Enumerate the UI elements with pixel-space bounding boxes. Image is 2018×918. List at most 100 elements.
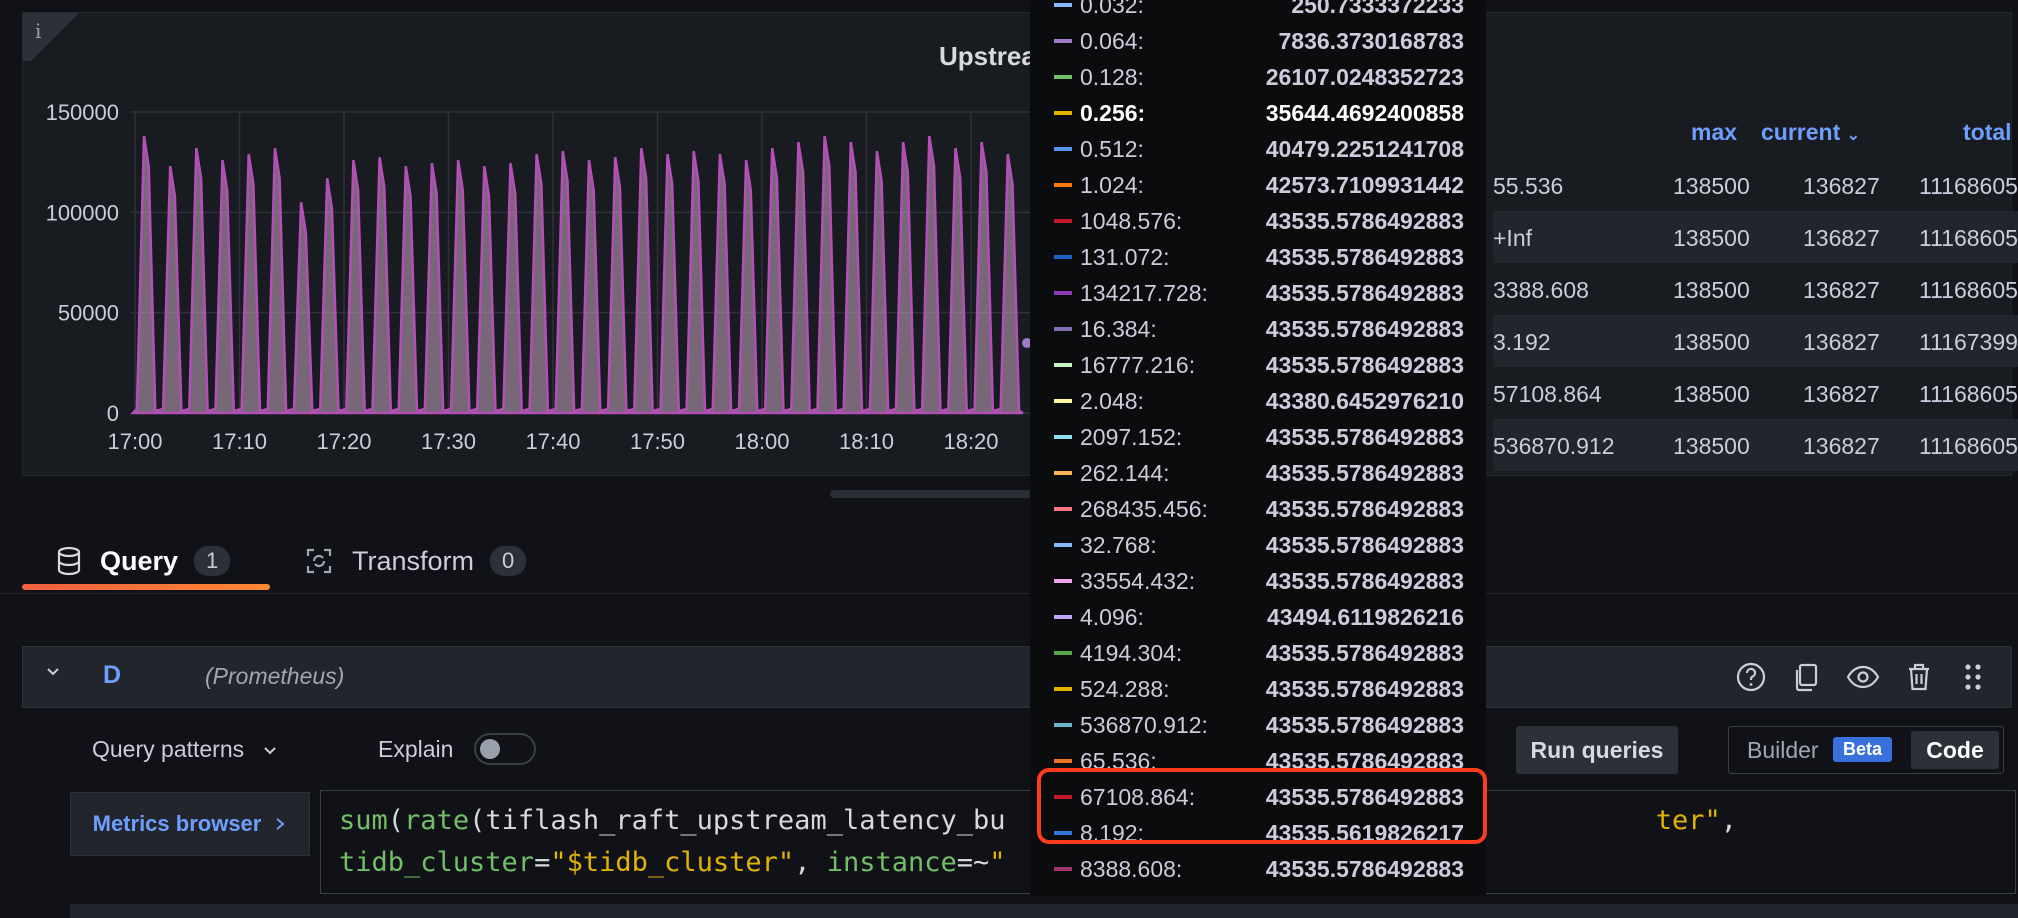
legend-col-total[interactable]: total: [1963, 119, 2012, 146]
x-tick-label: 17:00: [107, 429, 162, 454]
metrics-browser-button[interactable]: Metrics browser: [70, 792, 310, 856]
tooltip-series-value: 43494.6119826216: [1267, 604, 1464, 630]
tab-query-label: Query: [100, 545, 179, 576]
tooltip-series-label: 134217.728:: [1080, 280, 1208, 306]
x-tick-label: 18:10: [839, 429, 894, 454]
tooltip-series-value: 43535.5786492883: [1265, 856, 1464, 882]
series-color-swatch: [1054, 147, 1072, 151]
series-color-swatch: [1054, 399, 1072, 403]
legend-col-max[interactable]: max: [1691, 119, 1737, 146]
legend-row[interactable]: +Inf 138500 136827 11168605: [1493, 211, 2018, 263]
tooltip-row: 4194.304: 43535.5786492883: [1030, 636, 1486, 672]
legend-cell-total: 11168605: [1919, 433, 2018, 459]
series-color-swatch: [1054, 543, 1072, 547]
time-series-chart[interactable]: 150000 100000 50000 0 17:00 17:10 17:20 17:30 17…: [23, 13, 1073, 477]
legend-row[interactable]: 55.536 138500 136827 11168605: [1493, 159, 2018, 211]
legend-cell-current: 136827: [1803, 277, 1880, 303]
tooltip-row: 2.048: 43380.6452976210: [1030, 384, 1486, 420]
query-patterns-label: Query patterns: [92, 736, 245, 762]
tooltip-series-value: 43535.5786492883: [1265, 280, 1464, 306]
x-tick-label: 17:10: [212, 429, 267, 454]
tooltip-series-label: 524.288:: [1080, 676, 1170, 702]
explain-toggle[interactable]: [474, 733, 536, 765]
query-ref-id[interactable]: D: [103, 661, 121, 690]
duplicate-icon[interactable]: [1789, 659, 1825, 695]
tooltip-row: 2097.152: 43535.5786492883: [1030, 420, 1486, 456]
legend-cell-total: 11168605: [1919, 173, 2018, 199]
beta-badge: Beta: [1833, 737, 1893, 762]
tooltip-series-value: 43535.5786492883: [1265, 676, 1464, 702]
legend-cell-current: 136827: [1803, 329, 1880, 355]
tooltip-series-value: 40479.2251241708: [1265, 136, 1464, 162]
legend-cell-current: 136827: [1803, 225, 1880, 251]
help-icon[interactable]: [1733, 659, 1769, 695]
tooltip-series-label: 131.072:: [1080, 244, 1170, 270]
series-color-swatch: [1054, 255, 1072, 259]
builder-mode-option[interactable]: Builder: [1747, 737, 1819, 764]
series-color-swatch: [1054, 39, 1072, 43]
tooltip-series-value: 43535.5786492883: [1265, 352, 1464, 378]
series-color-swatch: [1054, 363, 1072, 367]
tooltip-row: 33554.432: 43535.5786492883: [1030, 564, 1486, 600]
tooltip-row: 536870.912: 43535.5786492883: [1030, 708, 1486, 744]
legend-col-current[interactable]: current ⌄: [1761, 119, 1860, 146]
drag-handle-icon[interactable]: [1955, 659, 1991, 695]
series-color-swatch: [1054, 615, 1072, 619]
transform-icon: [306, 548, 332, 574]
tabs-divider: [0, 593, 2018, 594]
x-tick-label: 18:20: [943, 429, 998, 454]
tooltip-series-value: 43535.5786492883: [1265, 496, 1464, 522]
legend-row[interactable]: 57108.864 138500 136827 11168605: [1493, 367, 2018, 419]
tooltip-row: 16777.216: 43535.5786492883: [1030, 348, 1486, 384]
tooltip-series-label: 33554.432:: [1080, 568, 1196, 594]
tooltip-series-value: 43535.5786492883: [1265, 460, 1464, 486]
series-color-swatch: [1054, 3, 1072, 7]
tooltip-series-value: 43535.5786492883: [1265, 316, 1464, 342]
tooltip-series-value: 250.7333372233: [1291, 0, 1464, 18]
tooltip-row: 268435.456: 43535.5786492883: [1030, 492, 1486, 528]
series-color-swatch: [1054, 435, 1072, 439]
tooltip-series-label: 32.768:: [1080, 532, 1157, 558]
collapse-chevron-icon[interactable]: [45, 663, 61, 679]
x-tick-label: 17:50: [630, 429, 685, 454]
tab-query-count: 1: [194, 546, 231, 576]
tooltip-series-value: 42573.7109931442: [1265, 172, 1464, 198]
legend-cell-max: 138500: [1673, 381, 1750, 407]
legend-row[interactable]: 3.192 138500 136827 11167399: [1493, 315, 2018, 367]
x-tick-label: 17:30: [421, 429, 476, 454]
tab-transform-count: 0: [490, 546, 527, 576]
y-tick-label: 150000: [46, 100, 119, 125]
panel-horizontal-scrollbar[interactable]: [830, 490, 1050, 498]
legend-cell-current: 136827: [1803, 173, 1880, 199]
tooltip-series-label: 16777.216:: [1080, 352, 1196, 378]
tooltip-series-label: 0.256:: [1080, 100, 1146, 126]
editor-mode-toggle: Builder Beta Code: [1728, 726, 2004, 774]
tab-transform[interactable]: Transform 0: [304, 530, 527, 592]
tooltip-row: 0.256: 35644.4692400858: [1030, 96, 1486, 132]
tab-query[interactable]: Query 1: [56, 530, 231, 592]
legend-row[interactable]: 536870.912 138500 136827 11168605: [1493, 419, 2018, 471]
eye-icon[interactable]: [1845, 659, 1881, 695]
series-color-swatch: [1054, 651, 1072, 655]
legend-cell-name: +Inf: [1493, 225, 1533, 251]
legend-cell-max: 138500: [1673, 225, 1750, 251]
tooltip-series-value: 35644.4692400858: [1265, 100, 1464, 126]
tooltip-row: 0.032: 250.7333372233: [1030, 0, 1486, 24]
legend-cell-total: 11168605: [1919, 225, 2018, 251]
legend-cell-max: 138500: [1673, 433, 1750, 459]
legend-cell-name: 3.192: [1493, 329, 1551, 355]
legend-row[interactable]: 3388.608 138500 136827 11168605: [1493, 263, 2018, 315]
tooltip-series-value: 43535.5786492883: [1265, 208, 1464, 234]
series-tooltip: 0.032: 250.7333372233 0.064: 7836.373016878…: [1030, 0, 1486, 896]
trash-icon[interactable]: [1901, 659, 1937, 695]
series-color-swatch: [1054, 219, 1072, 223]
run-queries-button[interactable]: Run queries: [1516, 726, 1678, 774]
tooltip-series-label: 262.144:: [1080, 460, 1170, 486]
series-color-swatch: [1054, 75, 1072, 79]
legend-cell-name: 536870.912: [1493, 433, 1615, 459]
query-patterns-dropdown[interactable]: Query patterns: [92, 736, 278, 763]
code-mode-option[interactable]: Code: [1911, 731, 1999, 769]
legend-header: max current ⌄ total: [1493, 119, 2018, 149]
series-line: [130, 135, 1024, 415]
tooltip-row: 32.768: 43535.5786492883: [1030, 528, 1486, 564]
